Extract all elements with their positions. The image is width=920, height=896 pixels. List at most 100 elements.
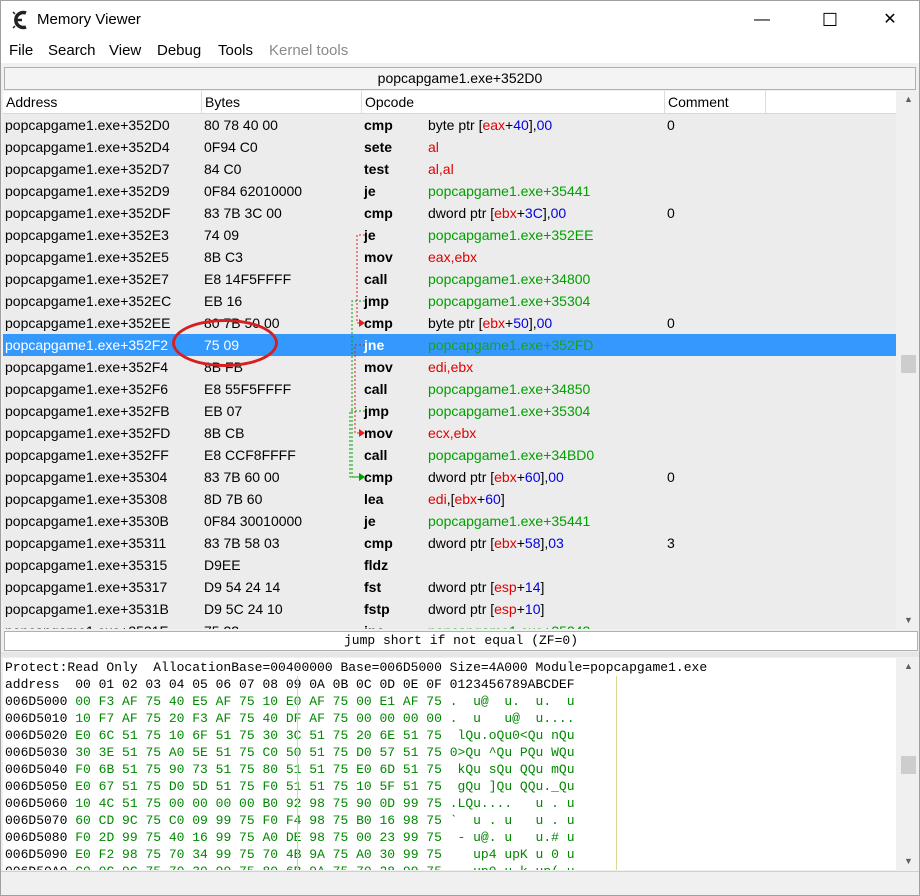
- disassembler-row[interactable]: popcapgame1.exe+35304 83 7B 60 00 cmp dword…: [3, 466, 896, 488]
- pane-splitter[interactable]: [1, 652, 919, 657]
- row-address: popcapgame1.exe+352FF: [5, 447, 169, 463]
- disassembler-row[interactable]: popcapgame1.exe+3531F75 22jnepopcapgame1…: [3, 620, 896, 629]
- hex-row[interactable]: 006D5060 10 4C 51 75 00 00 00 00 B0 92 9…: [5, 795, 575, 812]
- minimize-button[interactable]: —: [739, 1, 785, 39]
- operand-part: 58: [524, 535, 541, 551]
- disassembler-row[interactable]: popcapgame1.exe+352E5 8B C3 mov eax,ebx: [3, 246, 896, 268]
- operand-part: edi,ebx: [428, 359, 474, 375]
- operand-part: byte ptr [: [428, 315, 483, 331]
- column-bytes[interactable]: Bytes: [202, 91, 362, 113]
- operand-part: popcapgame1.exe+34800: [428, 271, 591, 287]
- disassembler-row[interactable]: popcapgame1.exe+352FB EB 07 jmp popcapgame1…: [3, 400, 896, 422]
- title-bar[interactable]: Memory Viewer — ☐ ✕: [1, 1, 919, 39]
- row-address: popcapgame1.exe+352FB: [5, 403, 170, 419]
- row-bytes: D9 5C 24 10: [204, 601, 283, 617]
- hex-scroll-up-arrow-icon[interactable]: ▲: [900, 658, 917, 675]
- operand-part: popcapgame1.exe+35343: [428, 623, 590, 629]
- row-address: popcapgame1.exe+352D0: [5, 117, 170, 133]
- hex-row[interactable]: 006D5030 30 3E 51 75 A0 5E 51 75 C0 50 5…: [5, 744, 575, 761]
- row-bytes: 83 7B 58 03: [204, 535, 280, 551]
- operand-part: ],: [542, 205, 551, 221]
- menu-search[interactable]: Search: [48, 42, 96, 59]
- current-address-bar[interactable]: popcapgame1.exe+352D0: [4, 67, 916, 90]
- operand-part: 3C: [524, 205, 543, 221]
- hex-scroll-down-arrow-icon[interactable]: ▼: [900, 853, 917, 870]
- close-button[interactable]: ✕: [867, 1, 913, 39]
- disassembler-row[interactable]: popcapgame1.exe+35311 83 7B 58 03 cmp dword…: [3, 532, 896, 554]
- operand-part: 00: [550, 205, 567, 221]
- row-operand: popcapgame1.exe+35304: [428, 290, 590, 312]
- menu-view[interactable]: View: [109, 42, 141, 59]
- operand-part: ]: [500, 491, 505, 507]
- hex-row[interactable]: 006D5000 00 F3 AF 75 40 E5 AF 75 10 E0 A…: [5, 693, 575, 710]
- scroll-thumb[interactable]: [901, 355, 916, 373]
- hex-row[interactable]: 006D5010 10 F7 AF 75 20 F3 AF 75 40 DF A…: [5, 710, 575, 727]
- disassembler-row[interactable]: popcapgame1.exe+352F2 75 09 jne popcapgame1…: [3, 334, 896, 356]
- hex-row[interactable]: 006D5040 F0 6B 51 75 90 73 51 75 80 51 5…: [5, 761, 575, 778]
- operand-part: popcapgame1.exe+352EE: [428, 227, 594, 243]
- row-operand: dword ptr [ebx+58],03: [428, 532, 564, 554]
- disassembler-row[interactable]: popcapgame1.exe+352DF 83 7B 3C 00 cmp dword…: [3, 202, 896, 224]
- operand-part: edi: [428, 491, 447, 507]
- disassembler-row[interactable]: popcapgame1.exe+352D4 0F94 C0 sete al: [3, 136, 896, 158]
- disassembler-row[interactable]: popcapgame1.exe+352FF E8 CCF8FFFF call popc…: [3, 444, 896, 466]
- disassembler-row[interactable]: popcapgame1.exe+3530B 0F84 30010000 je popc…: [3, 510, 896, 532]
- row-operand: dword ptr [esp+14]: [428, 576, 544, 598]
- disassembler-view[interactable]: Address Bytes Opcode Comment popcapgame1…: [3, 91, 896, 629]
- hex-row-bytes: 10 4C 51 75 00 00 00 00 B0 92 98 75 90 0…: [75, 796, 442, 811]
- hex-row[interactable]: 006D50A0 C0 0C 9C 75 70 30 99 75 80 6B 9…: [5, 863, 575, 870]
- disassembler-row[interactable]: popcapgame1.exe+35308 8D 7B 60 lea edi,[ebx…: [3, 488, 896, 510]
- status-bar: [1, 871, 919, 895]
- operand-part: dword ptr [: [428, 469, 495, 485]
- operand-part: ebx: [494, 535, 517, 551]
- hex-row[interactable]: 006D5050 E0 67 51 75 D0 5D 51 75 F0 51 5…: [5, 778, 575, 795]
- disassembler-row[interactable]: popcapgame1.exe+352EC EB 16 jmp popcapgame1…: [3, 290, 896, 312]
- disassembler-row[interactable]: popcapgame1.exe+352FD 8B CB mov ecx,ebx: [3, 422, 896, 444]
- row-comment: 0: [667, 117, 675, 133]
- operand-part: ebx: [454, 491, 478, 507]
- disassembler-row[interactable]: popcapgame1.exe+352EE 80 7B 50 00 cmp byte …: [3, 312, 896, 334]
- operand-part: popcapgame1.exe+352FD: [428, 337, 594, 353]
- hex-row-bytes: C0 0C 9C 75 70 30 99 75 80 6B 9A 75 70 2…: [75, 864, 442, 870]
- row-address: popcapgame1.exe+3530B: [5, 513, 169, 529]
- hex-row-address: 006D5010: [5, 711, 68, 726]
- disassembler-row[interactable]: popcapgame1.exe+352D7 84 C0 test al,al: [3, 158, 896, 180]
- hex-row-ascii: . u@ u. u. u: [449, 694, 575, 709]
- disassembler-row[interactable]: popcapgame1.exe+352E7 E8 14F5FFFF call popc…: [3, 268, 896, 290]
- menu-file[interactable]: File: [9, 42, 33, 59]
- scroll-up-arrow-icon[interactable]: ▲: [900, 91, 917, 108]
- hex-scroll-thumb[interactable]: [901, 756, 916, 774]
- disassembler-row[interactable]: popcapgame1.exe+3531B D9 5C 24 10 fstp dwor…: [3, 598, 896, 620]
- menu-debug[interactable]: Debug: [157, 42, 201, 59]
- disassembler-row[interactable]: popcapgame1.exe+352F6 E8 55F5FFFF call popc…: [3, 378, 896, 400]
- column-address[interactable]: Address: [3, 91, 202, 113]
- disassembler-row[interactable]: popcapgame1.exe+35317 D9 54 24 14 fst dword…: [3, 576, 896, 598]
- menu-tools[interactable]: Tools: [218, 42, 253, 59]
- disassembler-row[interactable]: popcapgame1.exe+352D0 80 78 40 00 cmp byte …: [3, 114, 896, 136]
- row-address: popcapgame1.exe+352F6: [5, 381, 169, 397]
- hex-row[interactable]: 006D5090 E0 F2 98 75 70 34 99 75 70 4B 9…: [5, 846, 575, 863]
- operand-part: +: [505, 117, 514, 133]
- row-address: popcapgame1.exe+352DF: [5, 205, 171, 221]
- operand-part: ]: [540, 601, 545, 617]
- scroll-down-arrow-icon[interactable]: ▼: [900, 612, 917, 629]
- hex-row[interactable]: 006D5020 E0 6C 51 75 10 6F 51 75 30 3C 5…: [5, 727, 575, 744]
- hex-row-bytes: E0 F2 98 75 70 34 99 75 70 4B 9A 75 A0 3…: [75, 847, 442, 862]
- hex-row-bytes: 60 CD 9C 75 C0 09 99 75 F0 F4 98 75 B0 1…: [75, 813, 442, 828]
- disassembler-row[interactable]: popcapgame1.exe+352F4 8B FB mov edi,ebx: [3, 356, 896, 378]
- maximize-button[interactable]: ☐: [807, 1, 853, 39]
- hex-header: address 00 01 02 03 04 05 06 07 08 09 0A…: [5, 677, 575, 692]
- disassembler-row[interactable]: popcapgame1.exe+352E3 74 09 je popcapgame1.…: [3, 224, 896, 246]
- hex-scrollbar[interactable]: ▲ ▼: [900, 658, 917, 870]
- disassembler-scrollbar[interactable]: ▲ ▼: [900, 91, 917, 629]
- column-comment[interactable]: Comment: [665, 91, 766, 113]
- jump-arrow-head: [359, 473, 365, 481]
- hex-row[interactable]: 006D5070 60 CD 9C 75 C0 09 99 75 F0 F4 9…: [5, 812, 575, 829]
- disassembler-row[interactable]: popcapgame1.exe+352D9 0F84 62010000 je popc…: [3, 180, 896, 202]
- column-opcode[interactable]: Opcode: [362, 91, 665, 113]
- disassembler-row[interactable]: popcapgame1.exe+35315 D9EE fldz: [3, 554, 896, 576]
- operand-part: popcapgame1.exe+34850: [428, 381, 591, 397]
- menu-kernel-tools[interactable]: Kernel tools: [269, 42, 348, 59]
- hex-view[interactable]: Protect:Read Only AllocationBase=0040000…: [3, 658, 896, 870]
- hex-row[interactable]: 006D5080 F0 2D 99 75 40 16 99 75 A0 DE 9…: [5, 829, 575, 846]
